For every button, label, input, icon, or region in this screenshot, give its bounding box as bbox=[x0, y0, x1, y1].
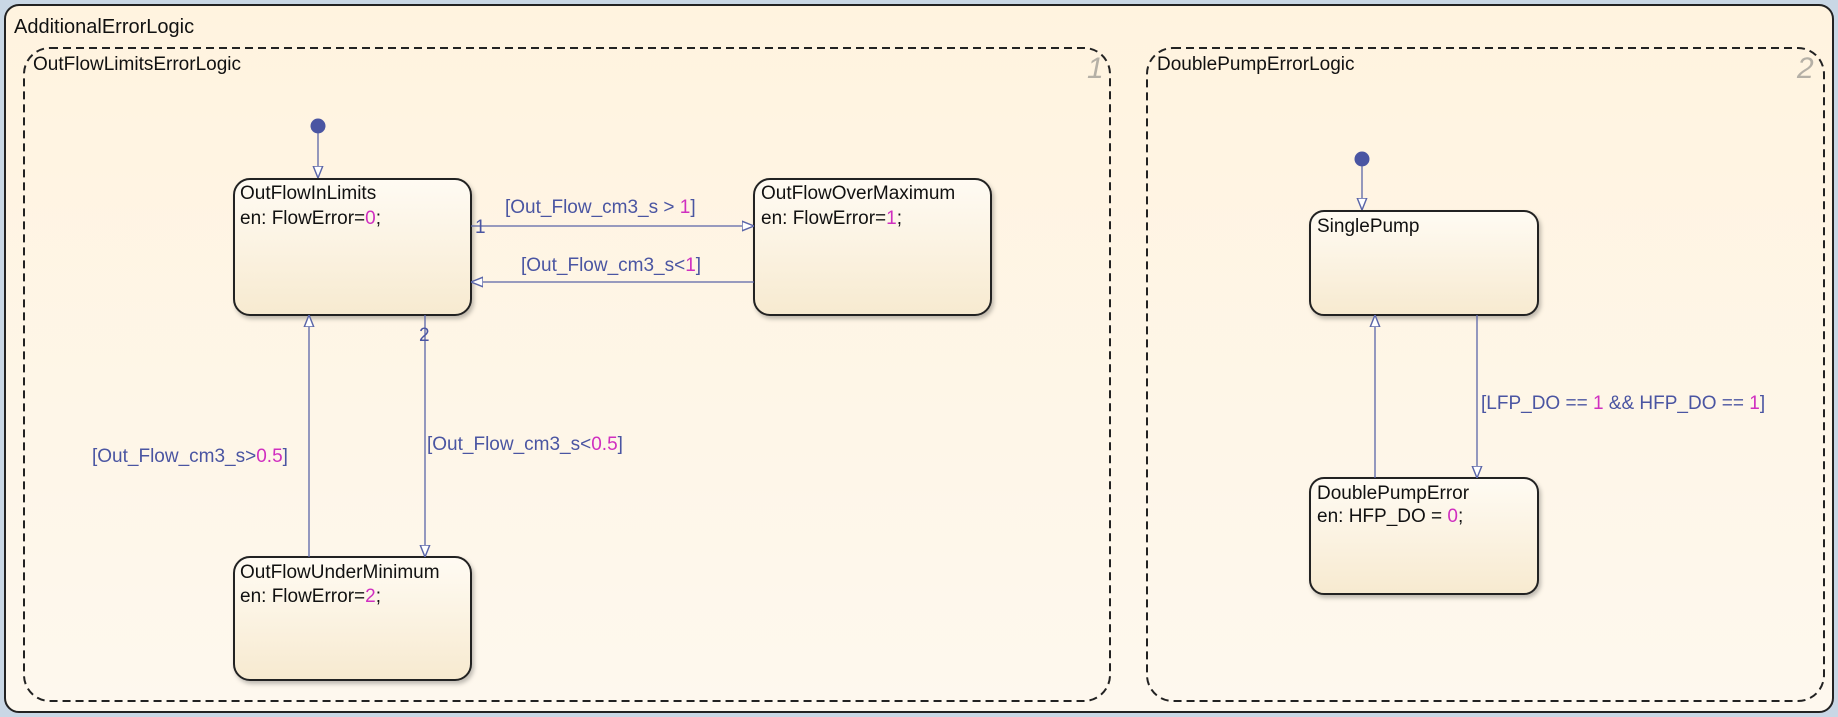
transition-label: [Out_Flow_cm3_s<1] bbox=[521, 255, 701, 276]
state-outflow-in-limits[interactable]: OutFlowInLimits en: FlowError=0; bbox=[233, 178, 472, 316]
default-dot bbox=[310, 118, 326, 134]
region-title: OutFlowLimitsErrorLogic bbox=[33, 54, 241, 75]
state-name: OutFlowUnderMinimum bbox=[240, 562, 440, 583]
stateflow-diagram: AdditionalErrorLogic OutFlowLimitsErrorL… bbox=[4, 4, 1834, 713]
state-action: en: FlowError=2; bbox=[240, 586, 381, 607]
transition-label: [Out_Flow_cm3_s>0.5] bbox=[92, 446, 288, 467]
transition-order: 2 bbox=[419, 325, 430, 346]
region-index: 2 bbox=[1796, 52, 1814, 85]
state-name: SinglePump bbox=[1317, 216, 1419, 237]
transition-label: [LFP_DO == 1 && HFP_DO == 1] bbox=[1481, 393, 1765, 414]
state-double-pump-error[interactable]: DoublePumpError en: HFP_DO = 0; bbox=[1309, 477, 1539, 595]
state-name: OutFlowOverMaximum bbox=[761, 183, 955, 204]
transition-label: [Out_Flow_cm3_s<0.5] bbox=[427, 434, 623, 455]
chart-title: AdditionalErrorLogic bbox=[14, 16, 194, 38]
state-action: en: FlowError=0; bbox=[240, 208, 381, 229]
region-index: 1 bbox=[1087, 52, 1104, 85]
default-dot bbox=[1354, 151, 1370, 167]
state-action: en: HFP_DO = 0; bbox=[1317, 506, 1463, 527]
state-single-pump[interactable]: SinglePump bbox=[1309, 210, 1539, 316]
state-action: en: FlowError=1; bbox=[761, 208, 902, 229]
state-outflow-under-minimum[interactable]: OutFlowUnderMinimum en: FlowError=2; bbox=[233, 556, 472, 681]
transition-order: 1 bbox=[475, 217, 486, 238]
state-outflow-over-maximum[interactable]: OutFlowOverMaximum en: FlowError=1; bbox=[753, 178, 992, 316]
transition-label: [Out_Flow_cm3_s > 1] bbox=[505, 197, 696, 218]
state-name: OutFlowInLimits bbox=[240, 183, 376, 204]
region-title: DoublePumpErrorLogic bbox=[1157, 54, 1355, 75]
state-name: DoublePumpError bbox=[1317, 483, 1470, 504]
